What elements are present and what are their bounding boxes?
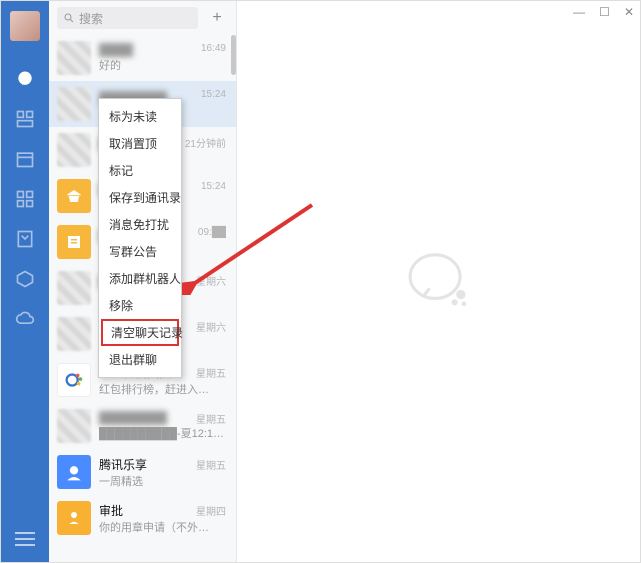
chat-row[interactable]: ████好的16:49 [49,35,236,81]
chat-avatar [57,179,91,213]
chat-time: 星期五 [196,411,226,426]
menu-item[interactable]: 清空聊天记录 [101,319,179,346]
menu-icon[interactable] [15,528,35,548]
nav-docs-icon[interactable] [15,229,35,249]
window-close[interactable]: ✕ [624,5,634,19]
chat-avatar [57,409,91,443]
chat-preview: 好的 [99,57,228,73]
menu-item[interactable]: 移除 [99,292,181,319]
search-input[interactable]: 搜索 [57,7,198,29]
chat-avatar [57,41,91,75]
search-icon [63,12,75,24]
empty-chat-icon [400,241,478,322]
window-maximize[interactable]: ☐ [599,5,610,19]
chat-preview: 红包排行榜，赶进入… [99,381,228,397]
chat-time: 09:██ [198,227,226,238]
chat-time: 15:24 [201,89,226,100]
chat-time: 星期六 [196,273,226,288]
chat-time: 16:49 [201,43,226,54]
menu-item[interactable]: 标记 [99,157,181,184]
chat-time: 15:24 [201,181,226,192]
add-button[interactable]: + [206,7,228,29]
chat-row[interactable]: 审批你的用章申请（不外…星期四 [49,495,236,541]
chat-time: 21分钟前 [185,135,226,150]
chat-preview: ██████████-夏12:1… [99,425,228,441]
chat-avatar [57,363,91,397]
nav-apps-icon[interactable] [15,189,35,209]
chat-avatar [57,133,91,167]
chat-avatar [57,87,91,121]
chat-row[interactable]: 腾讯乐享一周精选星期五 [49,449,236,495]
menu-item[interactable]: 标为未读 [99,103,181,130]
chat-time: 星期四 [196,503,226,518]
chat-time: 星期六 [196,319,226,334]
nav-workspace-icon[interactable] [15,269,35,289]
search-placeholder: 搜索 [79,10,103,27]
main-area: — ☐ ✕ [237,1,640,562]
menu-item[interactable]: 消息免打扰 [99,211,181,238]
nav-chat-icon[interactable] [15,69,35,89]
menu-item[interactable]: 保存到通讯录 [99,184,181,211]
nav-contacts-icon[interactable] [15,109,35,129]
window-minimize[interactable]: — [573,5,585,19]
chat-avatar [57,501,91,535]
chat-avatar [57,317,91,351]
menu-item[interactable]: 退出群聊 [99,346,181,373]
chat-time: 星期五 [196,457,226,472]
nav-cloud-icon[interactable] [15,309,35,329]
chat-avatar [57,271,91,305]
context-menu: 标为未读取消置顶标记保存到通讯录消息免打扰写群公告添加群机器人移除清空聊天记录退… [98,98,182,378]
chat-avatar [57,455,91,489]
chat-preview: 一周精选 [99,473,228,489]
menu-item[interactable]: 添加群机器人 [99,265,181,292]
chat-avatar [57,225,91,259]
menu-item[interactable]: 写群公告 [99,238,181,265]
chat-time: 星期五 [196,365,226,380]
nav-sidebar [1,1,49,562]
menu-item[interactable]: 取消置顶 [99,130,181,157]
chat-row[interactable]: ██████████████████-夏12:1…星期五 [49,403,236,449]
chat-preview: 你的用章申请（不外… [99,519,228,535]
avatar[interactable] [10,11,40,41]
nav-calendar-icon[interactable] [15,149,35,169]
